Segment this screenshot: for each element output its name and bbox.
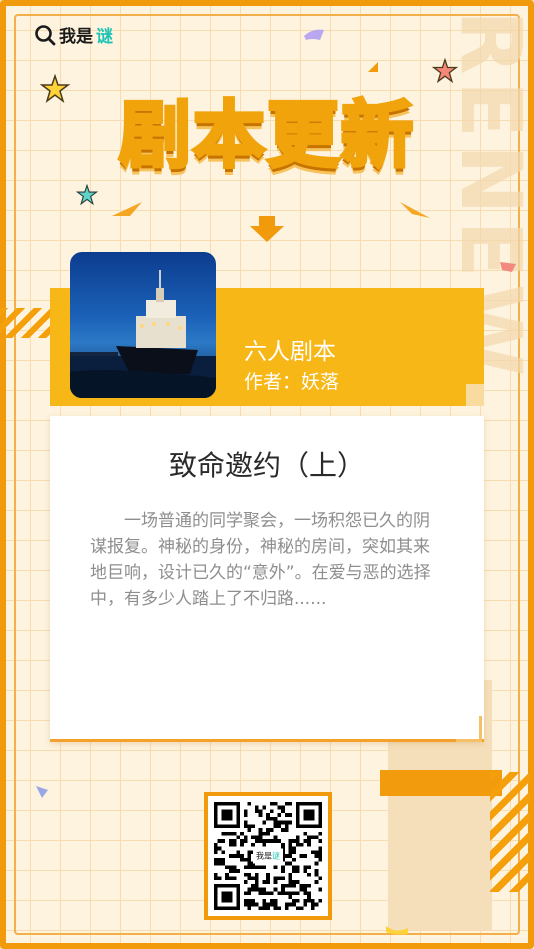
confetti-icon xyxy=(386,926,408,935)
brand-logo[interactable]: 我是谜 xyxy=(34,22,113,47)
card-corner-decoration xyxy=(456,716,482,742)
ship-illustration xyxy=(70,270,216,398)
brand-name-part2: 谜 xyxy=(96,27,113,47)
qr-center-logo: 我是谜 xyxy=(253,848,283,864)
qr-code[interactable]: 我是谜 xyxy=(204,792,332,920)
brand-name-part1: 我是 xyxy=(59,27,93,47)
script-author: 作者：妖落 xyxy=(244,371,340,393)
confetti-icon xyxy=(36,786,48,798)
band-fold xyxy=(466,384,484,406)
magnifier-icon xyxy=(34,24,56,46)
script-description: 一场普通的同学聚会，一场积怨已久的阴谋报复。神秘的身份，神秘的房间，突如其来地巨… xyxy=(90,511,431,609)
qr-center-part1: 我是 xyxy=(256,851,272,861)
script-type: 六人剧本 xyxy=(244,339,336,365)
decorative-bar xyxy=(380,770,502,796)
script-cover-image[interactable] xyxy=(70,252,216,398)
arrow-down-icon xyxy=(250,216,284,242)
burst-icon xyxy=(400,202,430,218)
decorative-stripes xyxy=(490,772,530,892)
confetti-icon xyxy=(304,29,324,40)
decorative-stripes xyxy=(0,308,50,338)
triangle-icon xyxy=(368,62,378,72)
qr-center-part2: 谜 xyxy=(272,851,280,861)
script-title: 致命邀约（上） xyxy=(168,449,365,482)
burst-icon xyxy=(112,202,142,216)
confetti-icon xyxy=(500,262,516,272)
headline: 剧本更新 xyxy=(117,91,415,179)
star-icon xyxy=(76,184,98,206)
